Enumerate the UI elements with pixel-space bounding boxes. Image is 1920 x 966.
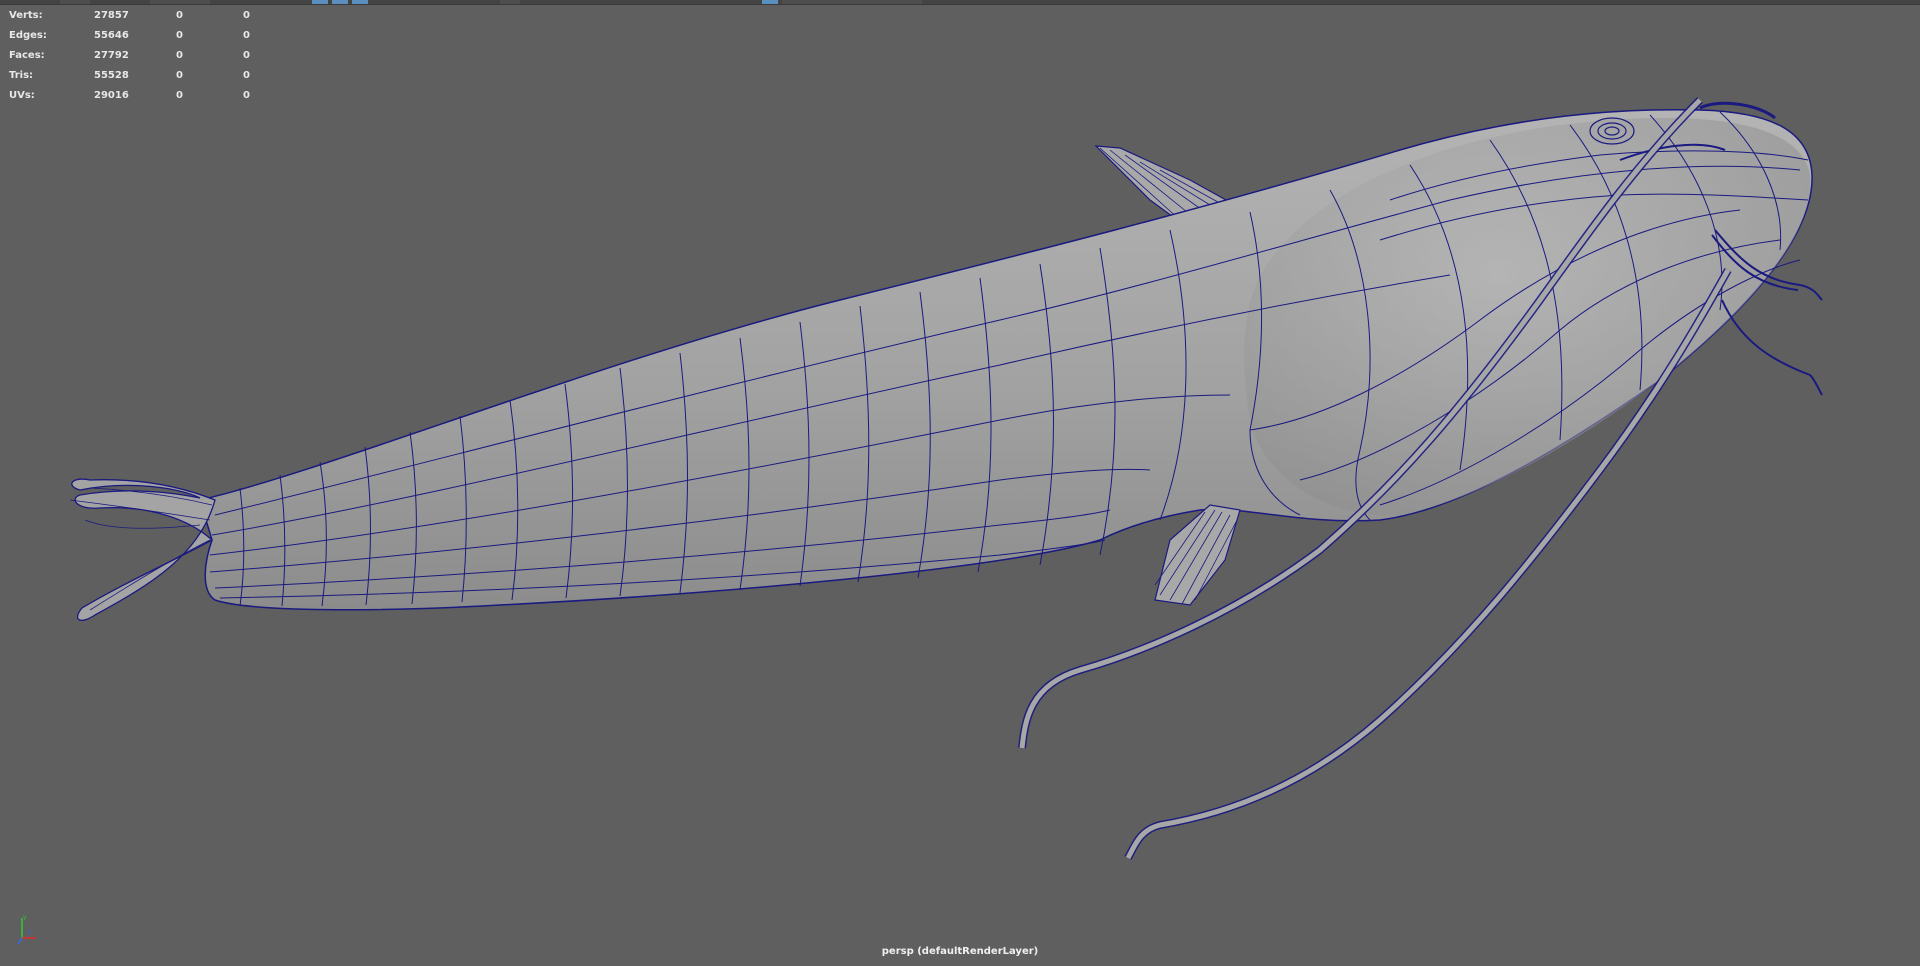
hud-row-uvs: UVs: 29016 0 0	[9, 90, 250, 101]
camera-label: persp (defaultRenderLayer)	[881, 946, 1039, 957]
axis-gizmo-icon: y z	[17, 914, 36, 945]
poly-count-hud: Verts: 27857 0 0 Edges: 55646 0 0 Faces:…	[9, 6, 283, 106]
catfish-mesh[interactable]	[0, 0, 1920, 966]
tail-fin	[71, 478, 216, 621]
hud-row-edges: Edges: 55646 0 0	[9, 30, 250, 41]
hud-row-verts: Verts: 27857 0 0	[9, 10, 250, 21]
hud-row-faces: Faces: 27792 0 0	[9, 50, 250, 61]
fish-eye	[1589, 117, 1635, 145]
axis-label-z: z	[28, 929, 31, 936]
viewport-panel[interactable]: Verts: 27857 0 0 Edges: 55646 0 0 Faces:…	[0, 0, 1920, 966]
hud-row-tris: Tris: 55528 0 0	[9, 70, 250, 81]
axis-label-y: y	[23, 914, 27, 921]
